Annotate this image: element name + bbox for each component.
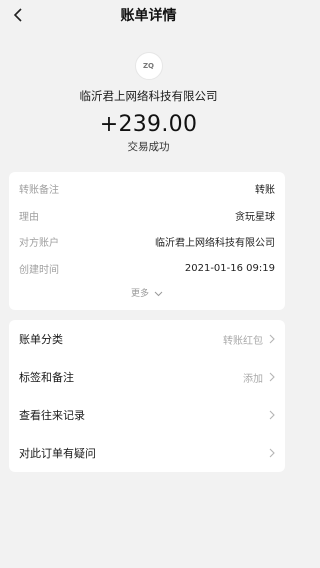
chevron-right-icon xyxy=(269,410,275,420)
detail-label: 对方账户 xyxy=(19,237,59,249)
menu-card: 账单分类 转账红包 标签和备注 添加 查看往来记录 对此订单有疑问 xyxy=(9,320,285,472)
more-label: 更多 xyxy=(131,289,150,299)
chevron-right-icon xyxy=(269,334,275,344)
page-title: 账单详情 xyxy=(120,8,177,24)
menu-item-value: 添加 xyxy=(243,373,263,385)
detail-row-created-time: 创建时间 2021-01-16 09:19 xyxy=(19,260,275,276)
detail-row-remark: 转账备注 转账 xyxy=(19,180,275,196)
transaction-status: 交易成功 xyxy=(127,141,170,153)
merchant-logo: ZQ xyxy=(134,52,163,80)
details-card: 转账备注 转账 理由 贪玩星球 对方账户 临沂君上网络科技有限公司 创建时间 2… xyxy=(9,172,285,310)
detail-value: 2021-01-16 09:19 xyxy=(184,262,275,274)
menu-item-view-records[interactable]: 查看往来记录 xyxy=(9,396,285,434)
menu-item-value: 转账红包 xyxy=(223,335,263,347)
chevron-right-icon xyxy=(269,372,275,382)
merchant-name: 临沂君上网络科技有限公司 xyxy=(79,89,218,103)
detail-row-account: 对方账户 临沂君上网络科技有限公司 xyxy=(19,233,275,249)
menu-item-label: 对此订单有疑问 xyxy=(19,447,96,460)
transaction-header: ZQ 临沂君上网络科技有限公司 +239.00 交易成功 xyxy=(0,52,297,154)
detail-label: 理由 xyxy=(19,211,39,223)
detail-value: 临沂君上网络科技有限公司 xyxy=(155,237,275,249)
logo-text: ZQ xyxy=(142,62,155,70)
chevron-down-icon xyxy=(154,291,163,296)
menu-item-label: 账单分类 xyxy=(19,333,63,346)
more-button[interactable]: 更多 xyxy=(9,286,285,299)
menu-item-tags-notes[interactable]: 标签和备注 添加 xyxy=(9,358,285,396)
chevron-left-icon xyxy=(13,8,22,22)
detail-label: 转账备注 xyxy=(19,184,59,196)
menu-item-order-question[interactable]: 对此订单有疑问 xyxy=(9,434,285,472)
menu-item-label: 标签和备注 xyxy=(19,371,74,384)
chevron-right-icon xyxy=(269,448,275,458)
menu-item-label: 查看往来记录 xyxy=(19,409,85,422)
amount: +239.00 xyxy=(99,112,198,137)
detail-value: 贪玩星球 xyxy=(235,211,275,223)
detail-label: 创建时间 xyxy=(19,264,59,276)
detail-value: 转账 xyxy=(255,184,275,196)
detail-row-reason: 理由 贪玩星球 xyxy=(19,207,275,223)
back-button[interactable] xyxy=(8,5,28,25)
nav-bar: 账单详情 xyxy=(0,0,297,30)
menu-item-bill-category[interactable]: 账单分类 转账红包 xyxy=(9,320,285,358)
